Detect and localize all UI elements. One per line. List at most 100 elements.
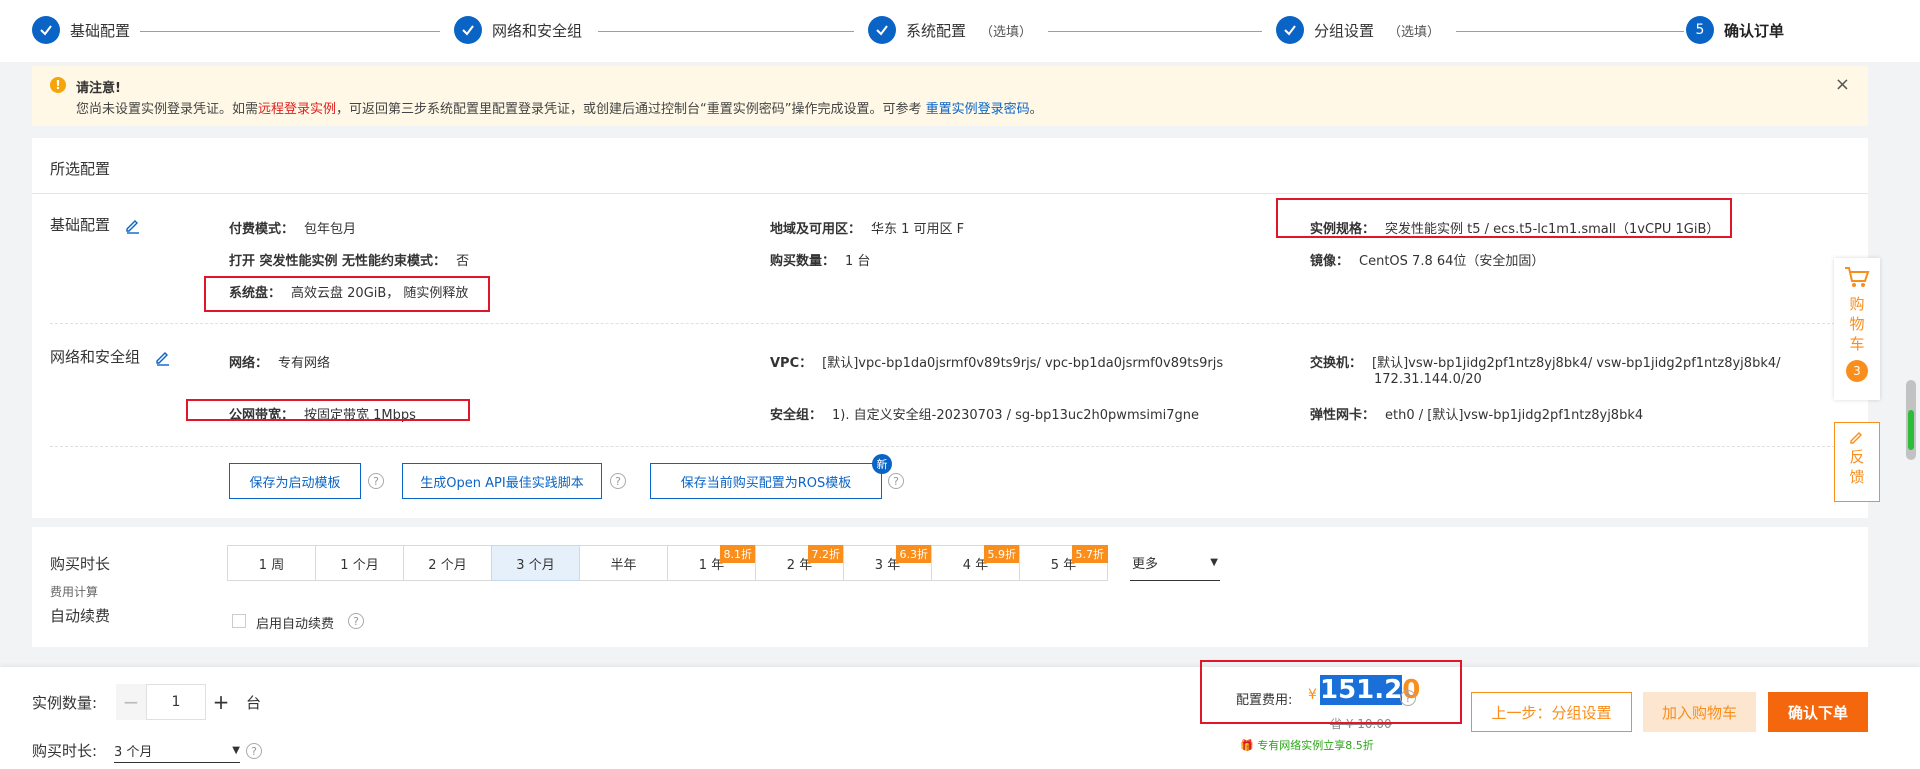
kv-value: 专有网络 — [278, 356, 331, 371]
region-zone: 地域及可用区： 华东 1 可用区 F — [770, 218, 964, 237]
cart-text: 购物车 — [1849, 295, 1865, 353]
help-icon[interactable]: ? — [888, 473, 904, 489]
more-duration-select[interactable]: 更多 ▼ — [1130, 545, 1220, 581]
kv-value: [默认]vpc-bp1da0jsrmf0v89ts9rjs/ vpc-bp1da… — [822, 356, 1224, 371]
save-launch-template-button[interactable]: 保存为启动模板 — [229, 463, 361, 499]
cart-count-badge: 3 — [1846, 360, 1868, 382]
duration-tab[interactable]: 5 年 5.7折 — [1019, 545, 1108, 581]
add-to-cart-button[interactable]: 加入购物车 — [1643, 692, 1756, 732]
kv-key: VPC： — [770, 356, 813, 371]
kv-value: 1). 自定义安全组-20230703 / sg-bp13uc2h0pwmsim… — [832, 408, 1200, 423]
vpc: VPC： [默认]vpc-bp1da0jsrmf0v89ts9rjs/ vpc-b… — [770, 352, 1223, 371]
kv-key: 打开 突发性能实例 无性能约束模式： — [229, 254, 447, 269]
security-group: 安全组： 1). 自定义安全组-20230703 / sg-bp13uc2h0pw… — [770, 404, 1199, 423]
kv-key: 弹性网卡： — [1310, 408, 1376, 423]
kv-key: 地域及可用区： — [770, 222, 862, 237]
notice-text-part: 您尚未设置实例登录凭证。如需 — [76, 102, 259, 117]
auto-renew-label: 自动续费 — [50, 607, 111, 625]
reset-password-link[interactable]: 重置实例登录密码 — [926, 102, 1030, 117]
step-label: 确认订单 — [1724, 21, 1785, 40]
kv-value: eth0 / [默认]vsw-bp1jidg2pf1ntz8yj8bk4 — [1385, 408, 1644, 423]
card-title: 所选配置 — [50, 160, 111, 178]
edit-icon[interactable] — [124, 216, 142, 234]
check-icon — [868, 16, 896, 44]
duration-tab[interactable]: 1 周 — [227, 545, 316, 581]
duration-tab[interactable]: 1 个月 — [315, 545, 404, 581]
help-icon[interactable]: ? — [368, 473, 384, 489]
step-label: 网络和安全组 — [492, 21, 583, 40]
duration-select[interactable]: 3 个月 ▼ — [114, 739, 240, 763]
duration-tab[interactable]: 1 年 8.1折 — [667, 545, 756, 581]
generate-api-script-button[interactable]: 生成Open API最佳实践脚本 — [402, 463, 602, 499]
annotation-box — [186, 399, 470, 421]
kv-value: 否 — [456, 254, 470, 269]
vswitch-cidr: 172.31.144.0/20 — [1374, 372, 1482, 387]
kv-key: 购买数量： — [770, 254, 836, 269]
kv-value: 华东 1 可用区 F — [871, 222, 965, 237]
duration-label: 购买时长 — [50, 555, 111, 573]
kv-key: 交换机： — [1310, 356, 1363, 371]
help-icon[interactable]: ? — [246, 743, 262, 759]
auto-renew-checkbox[interactable] — [232, 614, 246, 628]
discount-badge: 5.9折 — [983, 545, 1020, 563]
section-label: 网络和安全组 — [50, 348, 141, 366]
duration-tab-selected[interactable]: 3 个月 — [491, 545, 580, 581]
step-system-config[interactable]: 系统配置 （选填） — [868, 16, 1032, 44]
section-basic-config: 基础配置 — [50, 214, 142, 235]
divider — [32, 193, 1868, 194]
kv-key: 安全组： — [770, 408, 823, 423]
kv-key: 镜像： — [1310, 254, 1350, 269]
tab-label: 2 个月 — [428, 557, 467, 573]
edit-icon[interactable] — [154, 348, 172, 366]
floating-feedback[interactable]: 反馈 — [1834, 422, 1880, 502]
step-network-security[interactable]: 网络和安全组 — [454, 16, 582, 44]
edit-icon — [1850, 432, 1862, 444]
section-label: 基础配置 — [50, 216, 111, 234]
step-number: 5 — [1686, 16, 1714, 44]
previous-step-button[interactable]: 上一步：分组设置 — [1471, 692, 1632, 732]
increment-button[interactable]: + — [206, 684, 236, 720]
discount-badge: 7.2折 — [807, 545, 844, 563]
floating-cart[interactable]: 购物车 3 — [1834, 258, 1880, 400]
elastic-nic: 弹性网卡： eth0 / [默认]vsw-bp1jidg2pf1ntz8yj8bk… — [1310, 404, 1643, 423]
close-icon[interactable]: × — [1835, 74, 1850, 95]
notice-text: 您尚未设置实例登录凭证。如需远程登录实例，可返回第三步系统配置里配置登录凭证，或… — [76, 98, 1043, 117]
order-bottom-bar: 实例数量: − 1 + 台 购买时长: 3 个月 ▼ ? 配置费用: ¥ 151… — [0, 660, 1920, 769]
step-connector — [1048, 31, 1262, 32]
divider — [50, 446, 1850, 447]
step-label: 基础配置 — [70, 21, 131, 40]
confirm-order-button[interactable]: 确认下单 — [1768, 692, 1868, 732]
new-badge: 新 — [872, 454, 892, 474]
duration-tab[interactable]: 4 年 5.9折 — [931, 545, 1020, 581]
selected-config-card: 所选配置 基础配置 付费模式： 包年包月 地域及可用区： 华东 1 可用区 F 实例… — [32, 138, 1868, 518]
quantity-input[interactable]: 1 — [146, 684, 206, 720]
tab-label: 1 周 — [258, 557, 285, 573]
duration-tab[interactable]: 半年 — [579, 545, 668, 581]
duration-tab[interactable]: 3 年 6.3折 — [843, 545, 932, 581]
step-group-settings[interactable]: 分组设置 （选填） — [1276, 16, 1440, 44]
step-confirm-order: 5 确认订单 — [1686, 16, 1784, 44]
step-basic-config[interactable]: 基础配置 — [32, 16, 130, 44]
scrollbar-indicator — [1908, 410, 1914, 450]
duration-tab[interactable]: 2 个月 — [403, 545, 492, 581]
save-ros-template-button[interactable]: 保存当前购买配置为ROS模板 — [650, 463, 882, 499]
step-connector — [598, 31, 854, 32]
kv-value: CentOS 7.8 64位（安全加固） — [1359, 254, 1545, 269]
duration-tab[interactable]: 2 年 7.2折 — [755, 545, 844, 581]
step-label: 系统配置 — [906, 21, 967, 40]
decrement-button[interactable]: − — [116, 684, 146, 720]
kv-value: 1 台 — [845, 254, 871, 269]
kv-value: [默认]vsw-bp1jidg2pf1ntz8yj8bk4/ vsw-bp1ji… — [1372, 356, 1781, 371]
help-icon[interactable]: ? — [610, 473, 626, 489]
select-value: 更多 — [1132, 557, 1159, 572]
remote-login-link[interactable]: 远程登录实例 — [258, 102, 336, 117]
select-value: 3 个月 — [114, 745, 153, 760]
step-optional: （选填） — [980, 24, 1033, 40]
help-icon[interactable]: ? — [348, 613, 364, 629]
divider — [50, 323, 1850, 324]
quantity-unit: 台 — [246, 694, 262, 712]
check-icon — [454, 16, 482, 44]
check-icon — [32, 16, 60, 44]
tab-label: 半年 — [610, 557, 637, 573]
annotation-box — [1200, 660, 1462, 724]
